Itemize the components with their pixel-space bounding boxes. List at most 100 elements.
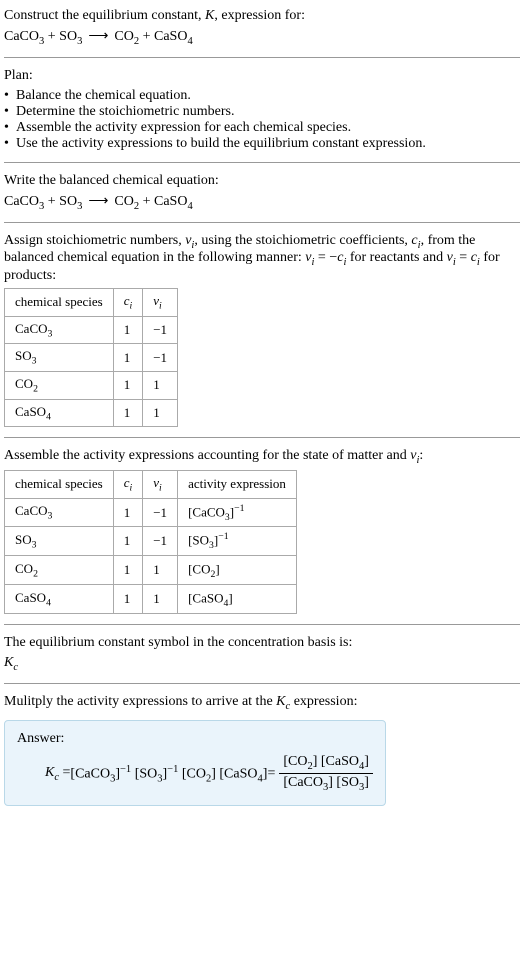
answer-product: [CaCO3]−1 [SO3]−1 [CO2] [CaSO4] bbox=[70, 764, 267, 784]
kc-symbol: Kc bbox=[4, 655, 520, 673]
cell-species: CaCO3 bbox=[5, 316, 114, 344]
cell-activity: [CaSO4] bbox=[178, 585, 297, 614]
cell-c: 1 bbox=[113, 498, 143, 527]
reactant-2: SO3 bbox=[59, 194, 82, 209]
intro-block: Construct the equilibrium constant, K, e… bbox=[4, 8, 520, 24]
cell-nu: 1 bbox=[143, 556, 178, 585]
cell-species: SO3 bbox=[5, 344, 114, 372]
answer-box: Answer: Kc = [CaCO3]−1 [SO3]−1 [CO2] [Ca… bbox=[4, 720, 386, 806]
divider bbox=[4, 57, 520, 58]
cell-species: CO2 bbox=[5, 371, 114, 399]
bullet-icon: • bbox=[4, 104, 16, 120]
fraction-denominator: [CaCO3] [SO3] bbox=[279, 774, 373, 794]
cell-nu: 1 bbox=[143, 399, 178, 427]
plus-op: + bbox=[139, 29, 154, 44]
col-activity: activity expression bbox=[178, 470, 297, 498]
cell-activity: [CaCO3]−1 bbox=[178, 498, 297, 527]
table-header-row: chemical species ci νi activity expressi… bbox=[5, 470, 297, 498]
answer-fraction: [CO2] [CaSO4] [CaCO3] [SO3] bbox=[279, 753, 373, 795]
fraction-numerator: [CO2] [CaSO4] bbox=[279, 753, 373, 773]
plan-bullet: •Assemble the activity expression for ea… bbox=[4, 120, 520, 136]
col-species: chemical species bbox=[5, 289, 114, 317]
arrow-icon: ⟶ bbox=[88, 29, 108, 44]
intro-text: Construct the equilibrium constant, bbox=[4, 8, 205, 23]
plan-bullet: •Use the activity expressions to build t… bbox=[4, 136, 520, 152]
reaction-equation: CaCO3 + SO3 ⟶ CO2 + CaSO4 bbox=[4, 28, 520, 47]
col-nu: νi bbox=[143, 289, 178, 317]
divider bbox=[4, 162, 520, 163]
plan-heading: Plan: bbox=[4, 68, 520, 84]
cell-c: 1 bbox=[113, 399, 143, 427]
cell-species: CaCO3 bbox=[5, 498, 114, 527]
table-row: CO2 1 1 [CO2] bbox=[5, 556, 297, 585]
plan-bullet: •Determine the stoichiometric numbers. bbox=[4, 104, 520, 120]
reactant-2: SO3 bbox=[59, 29, 82, 44]
table-row: SO3 1 −1 [SO3]−1 bbox=[5, 527, 297, 556]
col-c: ci bbox=[113, 289, 143, 317]
activity-table: chemical species ci νi activity expressi… bbox=[4, 470, 297, 614]
bullet-icon: • bbox=[4, 136, 16, 152]
cell-species: SO3 bbox=[5, 527, 114, 556]
reactant-1: CaCO3 bbox=[4, 194, 44, 209]
bullet-icon: • bbox=[4, 120, 16, 136]
plus-op: + bbox=[44, 194, 59, 209]
plan-text: Balance the chemical equation. bbox=[16, 88, 191, 104]
reactant-1: CaCO3 bbox=[4, 29, 44, 44]
cell-c: 1 bbox=[113, 371, 143, 399]
table-row: CaSO4 1 1 bbox=[5, 399, 178, 427]
cell-activity: [CO2] bbox=[178, 556, 297, 585]
divider bbox=[4, 683, 520, 684]
col-c: ci bbox=[113, 470, 143, 498]
table-row: CaCO3 1 −1 [CaCO3]−1 bbox=[5, 498, 297, 527]
cell-activity: [SO3]−1 bbox=[178, 527, 297, 556]
cell-c: 1 bbox=[113, 527, 143, 556]
plan-bullet: •Balance the chemical equation. bbox=[4, 88, 520, 104]
bullet-icon: • bbox=[4, 88, 16, 104]
cell-nu: −1 bbox=[143, 344, 178, 372]
balanced-equation: CaCO3 + SO3 ⟶ CO2 + CaSO4 bbox=[4, 193, 520, 212]
intro-suffix: , expression for: bbox=[214, 8, 305, 23]
product-1: CO2 bbox=[114, 194, 139, 209]
cell-nu: 1 bbox=[143, 371, 178, 399]
cell-species: CaSO4 bbox=[5, 399, 114, 427]
multiply-text: Mulitply the activity expressions to arr… bbox=[4, 694, 520, 712]
cell-nu: 1 bbox=[143, 585, 178, 614]
plan-text: Use the activity expressions to build th… bbox=[16, 136, 426, 152]
table-row: CaCO3 1 −1 bbox=[5, 316, 178, 344]
cell-c: 1 bbox=[113, 585, 143, 614]
cell-nu: −1 bbox=[143, 527, 178, 556]
activity-text: Assemble the activity expressions accoun… bbox=[4, 448, 520, 466]
cell-nu: −1 bbox=[143, 316, 178, 344]
plus-op: + bbox=[44, 29, 59, 44]
cell-nu: −1 bbox=[143, 498, 178, 527]
cell-c: 1 bbox=[113, 316, 143, 344]
answer-label: Answer: bbox=[17, 731, 373, 747]
plus-op: + bbox=[139, 194, 154, 209]
table-row: SO3 1 −1 bbox=[5, 344, 178, 372]
answer-equation: Kc = [CaCO3]−1 [SO3]−1 [CO2] [CaSO4] = [… bbox=[17, 753, 373, 795]
divider bbox=[4, 437, 520, 438]
k-symbol: K bbox=[205, 8, 214, 23]
stoich-table: chemical species ci νi CaCO3 1 −1 SO3 1 … bbox=[4, 288, 178, 427]
symbol-text: The equilibrium constant symbol in the c… bbox=[4, 635, 520, 651]
cell-c: 1 bbox=[113, 556, 143, 585]
product-1: CO2 bbox=[114, 29, 139, 44]
table-header-row: chemical species ci νi bbox=[5, 289, 178, 317]
cell-species: CO2 bbox=[5, 556, 114, 585]
equals: = bbox=[267, 766, 275, 782]
col-species: chemical species bbox=[5, 470, 114, 498]
product-2: CaSO4 bbox=[154, 29, 193, 44]
cell-species: CaSO4 bbox=[5, 585, 114, 614]
table-row: CaSO4 1 1 [CaSO4] bbox=[5, 585, 297, 614]
product-2: CaSO4 bbox=[154, 194, 193, 209]
col-nu: νi bbox=[143, 470, 178, 498]
divider bbox=[4, 624, 520, 625]
plan-text: Determine the stoichiometric numbers. bbox=[16, 104, 235, 120]
divider bbox=[4, 222, 520, 223]
stoich-text: Assign stoichiometric numbers, νi, using… bbox=[4, 233, 520, 285]
balanced-heading: Write the balanced chemical equation: bbox=[4, 173, 520, 189]
plan-text: Assemble the activity expression for eac… bbox=[16, 120, 351, 136]
cell-c: 1 bbox=[113, 344, 143, 372]
arrow-icon: ⟶ bbox=[88, 194, 108, 209]
table-row: CO2 1 1 bbox=[5, 371, 178, 399]
